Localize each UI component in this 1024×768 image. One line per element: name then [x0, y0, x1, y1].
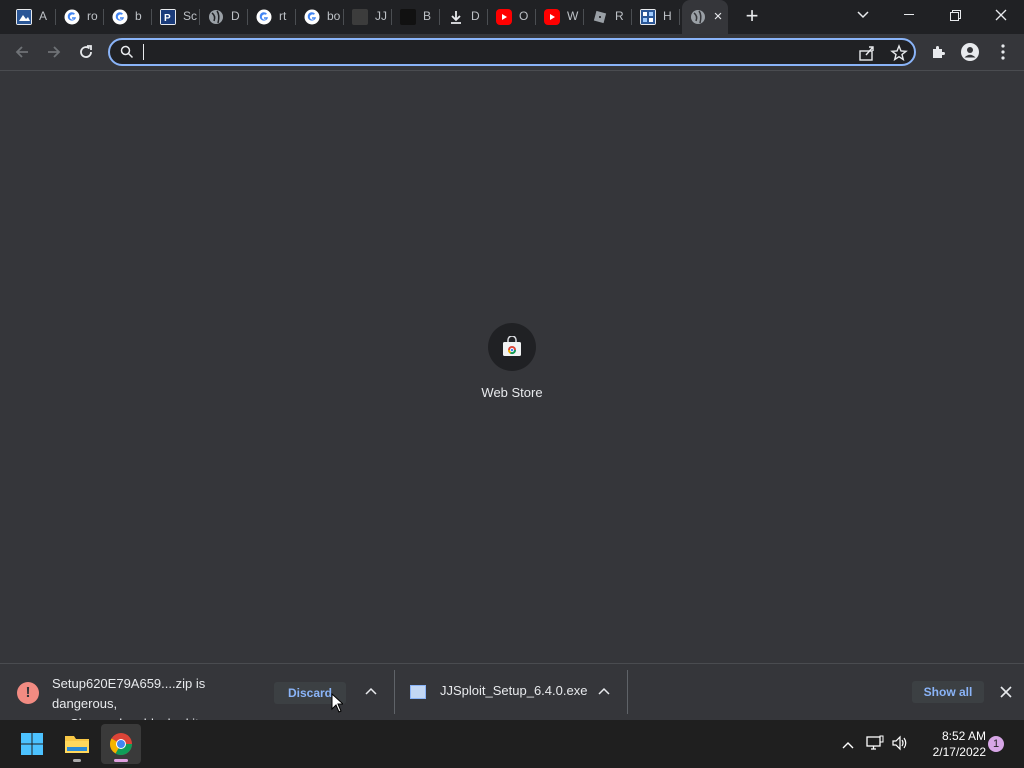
file-explorer-button[interactable] — [57, 724, 97, 764]
search-icon — [120, 45, 134, 59]
tab[interactable]: P Sc — [152, 0, 200, 34]
tab-title: b — [135, 9, 142, 23]
tab-title: W — [567, 9, 579, 23]
system-clock[interactable]: 8:52 AM 2/17/2022 — [914, 728, 986, 760]
restore-button[interactable] — [932, 0, 978, 30]
tab[interactable]: bo — [296, 0, 344, 34]
tab-title: bo — [327, 9, 341, 23]
tab[interactable]: D — [440, 0, 488, 34]
notification-badge[interactable]: 1 — [988, 736, 1004, 752]
tab-title: R — [615, 9, 624, 23]
start-button[interactable] — [12, 724, 52, 764]
tab-title: JJ — [375, 9, 387, 23]
web-store-icon — [488, 323, 536, 371]
tab-title: B — [423, 9, 432, 23]
tab-title: Sc — [183, 9, 197, 23]
active-indicator — [114, 759, 128, 762]
grid-favicon-icon — [640, 9, 656, 25]
blocked-download-line1: Setup620E79A659....zip is dangerous, — [52, 676, 206, 711]
tab-title: ro — [87, 9, 98, 23]
tab-separator — [679, 9, 680, 25]
divider — [627, 670, 628, 714]
google-icon — [64, 9, 80, 25]
shortcut-web-store[interactable]: Web Store — [472, 323, 552, 403]
download-shelf: ! Setup620E79A659....zip is dangerous, s… — [0, 663, 1024, 731]
new-tab-page: Web Store — [0, 71, 1024, 663]
clock-date: 2/17/2022 — [932, 745, 986, 759]
text-caret — [143, 44, 144, 60]
tab-title: D — [471, 9, 480, 23]
share-icon[interactable] — [858, 44, 876, 62]
tab-title: H — [663, 9, 672, 23]
exe-file-icon — [410, 685, 426, 699]
globe-icon — [208, 9, 224, 25]
browser-toolbar — [0, 34, 1024, 71]
svg-text:P: P — [164, 13, 171, 24]
tab[interactable]: A — [8, 0, 56, 34]
pdf-favicon-icon: P — [160, 9, 176, 25]
dark-round-favicon-icon — [400, 9, 416, 25]
close-tab-icon[interactable]: × — [710, 9, 726, 25]
tab[interactable]: b — [104, 0, 152, 34]
roblox-icon — [592, 9, 608, 25]
google-icon — [304, 9, 320, 25]
windows-taskbar: 8:52 AM 2/17/2022 1 — [0, 720, 1024, 768]
dark-favicon-icon — [352, 9, 368, 25]
minimize-button[interactable] — [886, 0, 932, 30]
youtube-icon — [496, 9, 512, 25]
chrome-taskbar-button[interactable] — [101, 724, 141, 764]
bookmark-star-icon[interactable] — [890, 44, 908, 62]
clock-time: 8:52 AM — [941, 729, 986, 743]
close-window-button[interactable] — [978, 0, 1024, 30]
tab[interactable]: D — [200, 0, 248, 34]
google-icon — [256, 9, 272, 25]
mouse-cursor-icon — [331, 693, 343, 713]
youtube-icon — [544, 9, 560, 25]
reload-button[interactable] — [73, 40, 99, 64]
tab-title: O — [519, 9, 529, 23]
menu-kebab-icon[interactable] — [990, 40, 1016, 64]
chevron-up-icon[interactable] — [596, 683, 612, 699]
new-tab-button[interactable]: + — [742, 5, 762, 27]
tab[interactable]: R — [584, 0, 632, 34]
tab[interactable]: O — [488, 0, 536, 34]
download-icon — [448, 9, 464, 25]
tab-title: rt — [279, 9, 287, 23]
image-favicon-icon — [16, 9, 32, 25]
volume-icon[interactable] — [891, 735, 909, 753]
tab-search-button[interactable] — [840, 0, 886, 30]
danger-warning-icon: ! — [17, 682, 39, 704]
close-shelf-icon[interactable] — [997, 683, 1015, 701]
address-input[interactable] — [142, 43, 842, 61]
back-button[interactable] — [9, 40, 35, 64]
tab[interactable]: JJ — [344, 0, 392, 34]
download-file-name[interactable]: JJSploit_Setup_6.4.0.exe — [440, 683, 587, 698]
tab[interactable]: rt — [248, 0, 296, 34]
tab[interactable]: H — [632, 0, 680, 34]
tab[interactable]: ro — [56, 0, 104, 34]
address-bar[interactable] — [108, 38, 916, 66]
tab-active[interactable]: × — [682, 0, 728, 34]
tab-strip: Aro b P Sc Drt bo JJ B D O W R H × + — [0, 0, 1024, 34]
tab[interactable]: W — [536, 0, 584, 34]
tab-title: A — [39, 9, 48, 23]
tab-title: D — [231, 9, 240, 23]
tab[interactable]: B — [392, 0, 440, 34]
network-icon[interactable] — [866, 735, 884, 753]
forward-button[interactable] — [41, 40, 67, 64]
divider — [394, 670, 395, 714]
globe-icon — [690, 9, 706, 25]
show-all-button[interactable]: Show all — [912, 681, 984, 703]
show-hidden-icons-chevron-icon[interactable] — [839, 735, 857, 753]
google-icon — [112, 9, 128, 25]
chrome-icon — [110, 733, 132, 755]
extensions-icon[interactable] — [925, 40, 951, 64]
running-indicator — [73, 759, 81, 762]
profile-avatar-icon[interactable] — [957, 40, 983, 64]
chevron-up-icon[interactable] — [363, 683, 379, 699]
shortcut-label: Web Store — [481, 385, 543, 400]
